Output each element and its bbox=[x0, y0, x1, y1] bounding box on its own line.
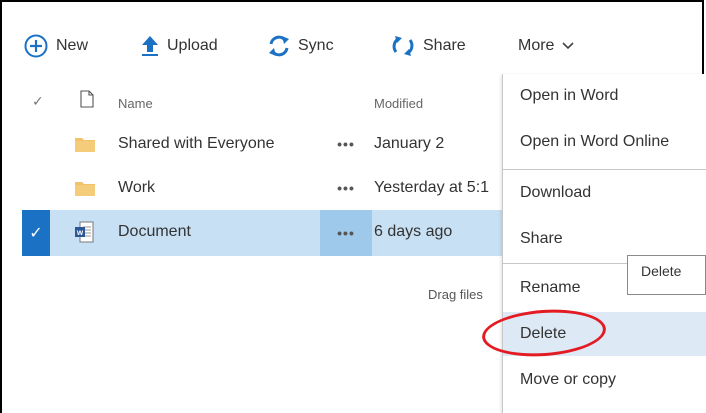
new-button[interactable]: New bbox=[24, 31, 88, 61]
upload-arrow-icon bbox=[141, 35, 159, 57]
menu-item-download[interactable]: Download bbox=[503, 171, 706, 215]
delete-tooltip: Delete bbox=[627, 255, 706, 295]
more-dropdown-menu: Open in Word Open in Word Online Downloa… bbox=[502, 74, 706, 413]
upload-button-label: Upload bbox=[167, 37, 218, 54]
row-actions-button[interactable]: ••• bbox=[320, 166, 372, 210]
word-document-icon: w bbox=[74, 221, 94, 248]
sync-button-label: Sync bbox=[298, 37, 334, 54]
checkmark-icon: ✓ bbox=[29, 225, 43, 242]
menu-item-open-in-word[interactable]: Open in Word bbox=[503, 74, 706, 118]
row-actions-button[interactable]: ••• bbox=[320, 210, 372, 256]
row-actions-button[interactable]: ••• bbox=[320, 122, 372, 166]
menu-divider bbox=[503, 169, 706, 170]
file-name[interactable]: Shared with Everyone bbox=[118, 135, 275, 153]
share-button-label: Share bbox=[423, 37, 466, 54]
modified-column-header[interactable]: Modified bbox=[374, 96, 423, 111]
modified-date: Yesterday at 5:1 bbox=[374, 179, 490, 196]
more-button-label: More bbox=[518, 37, 555, 54]
file-name[interactable]: Work bbox=[118, 179, 155, 197]
file-row-work[interactable]: Work ••• Yesterday at 5:1 bbox=[22, 166, 502, 210]
share-button[interactable]: Share bbox=[391, 31, 466, 61]
sync-icon bbox=[268, 35, 290, 57]
row-checkbox[interactable] bbox=[22, 166, 50, 210]
chevron-down-icon bbox=[562, 42, 575, 50]
svg-text:w: w bbox=[76, 228, 84, 237]
sync-button[interactable]: Sync bbox=[268, 31, 334, 61]
file-row-document[interactable]: ✓ w Document ••• 6 days ago bbox=[22, 210, 502, 256]
folder-icon bbox=[74, 179, 96, 202]
row-checkbox-checked[interactable]: ✓ bbox=[22, 210, 50, 256]
file-name[interactable]: Document bbox=[118, 223, 191, 241]
more-button[interactable]: More bbox=[518, 31, 575, 61]
modified-date: 6 days ago bbox=[374, 223, 453, 240]
file-type-icon bbox=[80, 90, 94, 111]
list-header: ✓ Name Modified bbox=[0, 89, 480, 117]
name-column-header[interactable]: Name bbox=[118, 96, 153, 111]
upload-button[interactable]: Upload bbox=[141, 31, 218, 61]
menu-item-move-or-copy[interactable]: Move or copy bbox=[503, 358, 706, 402]
modified-date: January 2 bbox=[374, 135, 445, 152]
file-row-shared-with-everyone[interactable]: Shared with Everyone ••• January 2 bbox=[22, 122, 502, 166]
new-button-label: New bbox=[56, 37, 89, 54]
select-all-checkmark-icon[interactable]: ✓ bbox=[32, 93, 44, 110]
drag-files-hint: Drag files bbox=[428, 287, 483, 302]
plus-circle-icon bbox=[24, 34, 48, 58]
row-checkbox[interactable] bbox=[22, 122, 50, 166]
menu-item-open-in-word-online[interactable]: Open in Word Online bbox=[503, 120, 706, 164]
folder-icon bbox=[74, 135, 96, 158]
share-icon bbox=[391, 35, 415, 57]
